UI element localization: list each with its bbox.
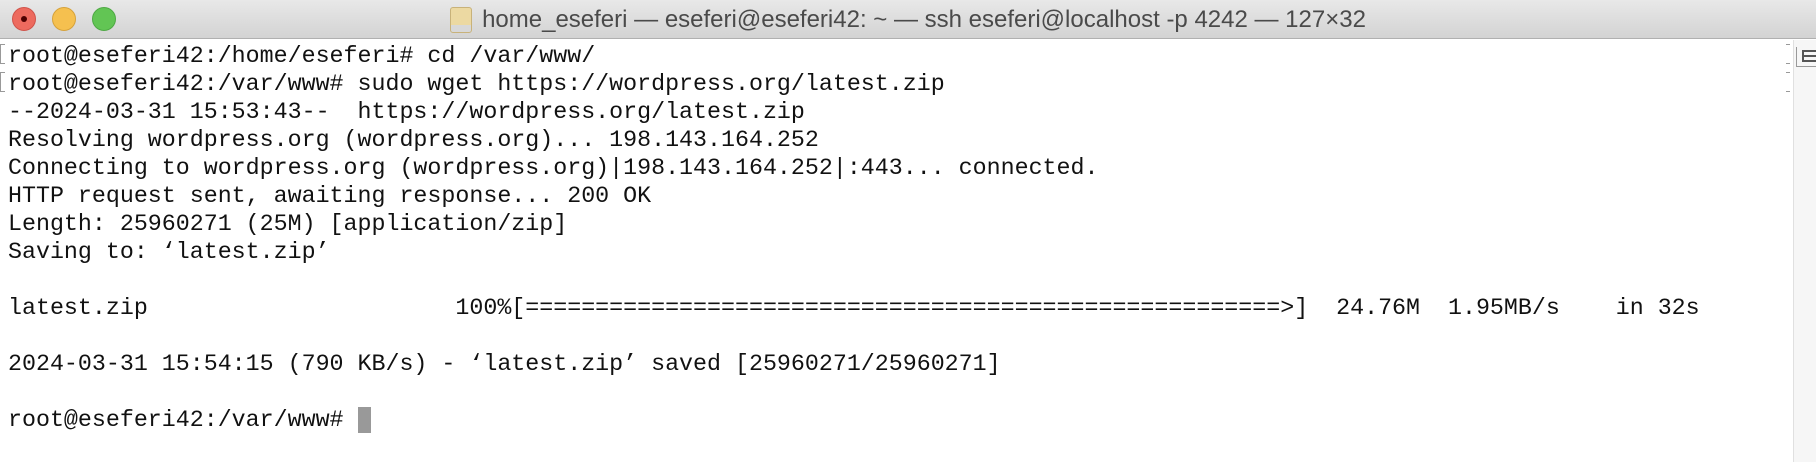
terminal-line: root@eseferi42:/home/eseferi# cd /var/ww…: [8, 43, 596, 69]
window-title-container: home_eseferi — eseferi@eseferi42: ~ — ss…: [0, 0, 1816, 39]
terminal-line: Length: 25960271 (25M) [application/zip]: [8, 211, 568, 237]
scrollbar[interactable]: [1793, 40, 1816, 462]
cursor: [357, 407, 371, 433]
title-bar: home_eseferi — eseferi@eseferi42: ~ — ss…: [0, 0, 1816, 39]
terminal-line: Saving to: ‘latest.zip’: [8, 239, 330, 265]
terminal-line: Resolving wordpress.org (wordpress.org).…: [8, 127, 819, 153]
window-title: home_eseferi — eseferi@eseferi42: ~ — ss…: [482, 5, 1366, 33]
prompt-mark-end-icon: [1786, 72, 1790, 92]
prompt-mark-end-icon: [1786, 44, 1790, 64]
terminal-line: 2024-03-31 15:54:15 (790 KB/s) - ‘latest…: [8, 351, 1001, 377]
progress-line: latest.zip 100%[========================…: [8, 295, 1700, 321]
split-pane-icon[interactable]: [1796, 47, 1816, 67]
terminal-output[interactable]: root@eseferi42:/home/eseferi# cd /var/ww…: [0, 40, 1790, 462]
prompt-line[interactable]: root@eseferi42:/var/www#: [8, 406, 371, 434]
terminal-line: Connecting to wordpress.org (wordpress.o…: [8, 155, 1099, 181]
terminal-line: HTTP request sent, awaiting response... …: [8, 183, 652, 209]
disk-icon: [450, 6, 473, 33]
prompt-mark-icon: [0, 44, 5, 64]
terminal-line: root@eseferi42:/var/www# sudo wget https…: [8, 71, 945, 97]
prompt-mark-icon: [0, 72, 5, 92]
prompt: root@eseferi42:/var/www#: [8, 407, 358, 433]
terminal-line: --2024-03-31 15:53:43-- https://wordpres…: [8, 99, 805, 125]
